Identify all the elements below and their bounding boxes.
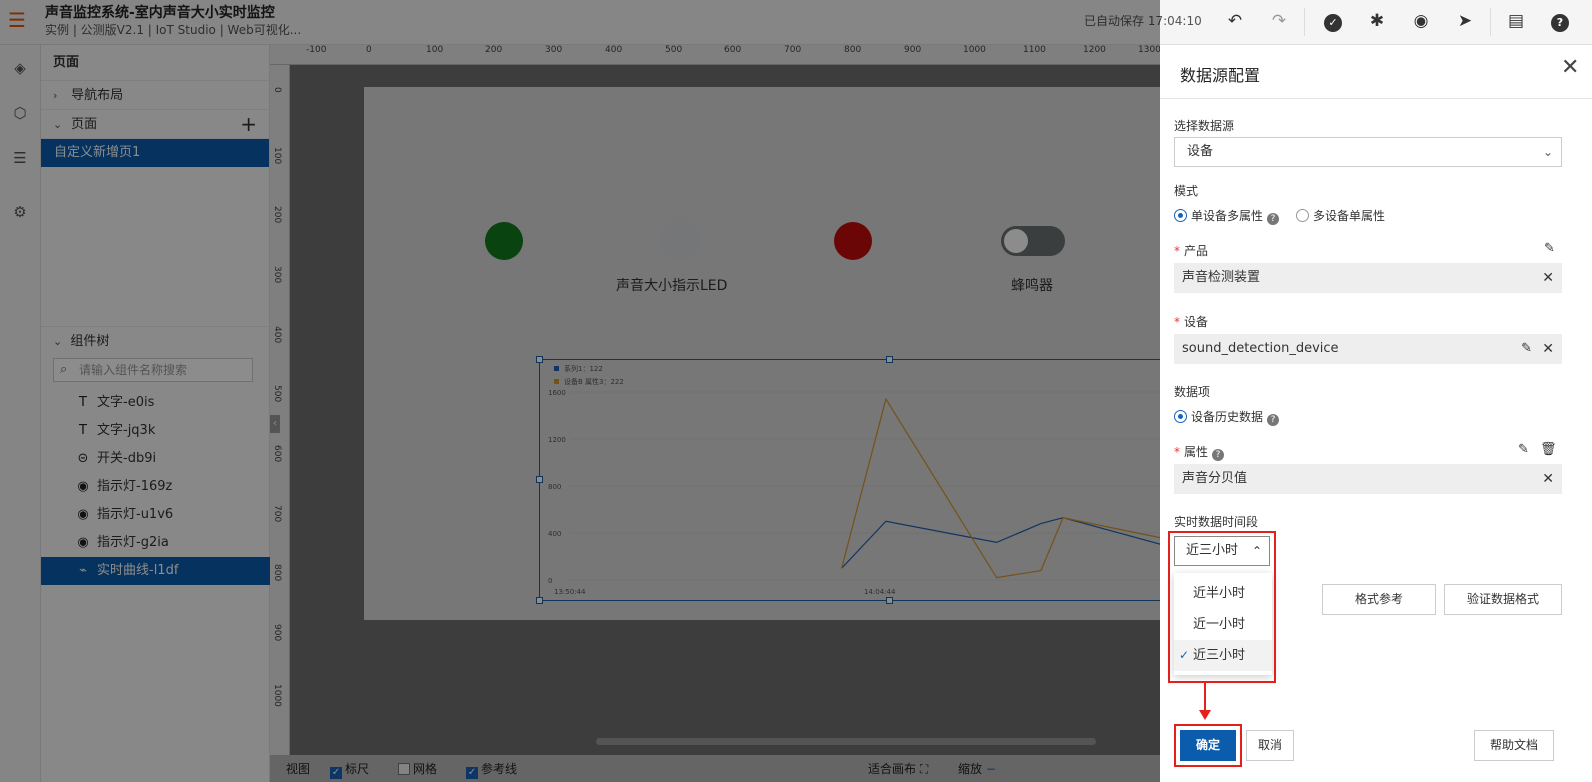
mode-single-radio[interactable]: 单设备多属性? [1174, 207, 1280, 225]
radio-checked-icon [1174, 410, 1187, 423]
mode-label: 模式 [1174, 184, 1199, 198]
cancel-button[interactable]: 取消 [1246, 730, 1294, 761]
highlight-box [1168, 531, 1276, 683]
help-question-icon[interactable]: ? [1212, 449, 1225, 461]
help-question-icon[interactable]: ? [1267, 414, 1280, 426]
redo-icon[interactable]: ↷ [1268, 10, 1290, 32]
clear-icon[interactable]: ✕ [1542, 334, 1554, 364]
radio-icon [1296, 209, 1309, 222]
undo-icon[interactable]: ↶ [1224, 10, 1246, 32]
help-icon[interactable]: ? [1549, 10, 1571, 32]
period-label: 实时数据时间段 [1174, 515, 1259, 529]
toolbar-divider [1490, 8, 1491, 36]
help-question-icon[interactable]: ? [1267, 213, 1280, 225]
chevron-down-icon: ⌄ [1542, 145, 1553, 159]
drawer-title: 数据源配置 [1180, 66, 1261, 85]
toolbar-divider [1304, 8, 1305, 36]
delete-trash-icon[interactable]: 🗑 [1540, 442, 1557, 457]
modal-mask[interactable] [0, 0, 1160, 782]
attribute-value: 声音分贝值 [1182, 471, 1248, 486]
data-item-label: 数据项 [1174, 385, 1211, 399]
source-label: 选择数据源 [1174, 119, 1235, 133]
mode-multi-radio[interactable]: 多设备单属性 [1296, 207, 1385, 224]
highlight-arrow-head [1199, 710, 1211, 720]
radio-checked-icon [1174, 209, 1187, 222]
format-reference-button[interactable]: 格式参考 [1322, 584, 1436, 615]
datasource-select[interactable]: 设备 ⌄ [1174, 137, 1562, 167]
mode-single-label: 单设备多属性 [1191, 209, 1264, 223]
data-item-value: 设备历史数据 [1191, 410, 1264, 424]
edit-pencil-icon[interactable]: ✎ [1544, 241, 1555, 256]
close-icon[interactable]: ✕ [1561, 55, 1579, 80]
product-label: * 产品 [1174, 244, 1209, 258]
help-doc-button[interactable]: 帮助文档 [1474, 730, 1554, 761]
attribute-field: 声音分贝值 ✕ [1174, 464, 1562, 494]
edit-pencil-icon[interactable]: ✎ [1518, 442, 1529, 457]
mode-multi-label: 多设备单属性 [1313, 209, 1386, 223]
check-icon[interactable]: ✓ [1322, 10, 1344, 32]
divider [1160, 98, 1592, 99]
clear-icon[interactable]: ✕ [1542, 263, 1554, 293]
highlight-box [1174, 724, 1242, 767]
device-label: * 设备 [1174, 315, 1209, 329]
product-field: 声音检测装置 ✕ [1174, 263, 1562, 293]
product-value: 声音检测装置 [1182, 270, 1261, 285]
datasource-config-drawer: 数据源配置 ✕ 选择数据源 设备 ⌄ 模式 单设备多属性? 多设备单属性 * 产品… [1160, 45, 1592, 782]
datasource-value: 设备 [1187, 144, 1214, 159]
device-value: sound_detection_device [1182, 341, 1339, 356]
highlight-arrow-line [1204, 683, 1206, 711]
edit-pencil-icon[interactable]: ✎ [1521, 334, 1532, 364]
validate-format-button[interactable]: 验证数据格式 [1444, 584, 1562, 615]
document-icon[interactable]: ▤ [1505, 10, 1527, 32]
publish-icon[interactable]: ➤ [1454, 10, 1476, 32]
attribute-label: * 属性? [1174, 443, 1225, 461]
debug-icon[interactable]: ✱ [1366, 10, 1388, 32]
data-item-history-radio[interactable]: 设备历史数据? [1174, 408, 1280, 426]
clear-icon[interactable]: ✕ [1542, 464, 1554, 494]
device-field: sound_detection_device ✎ ✕ [1174, 334, 1562, 364]
preview-eye-icon[interactable]: ◉ [1410, 10, 1432, 32]
